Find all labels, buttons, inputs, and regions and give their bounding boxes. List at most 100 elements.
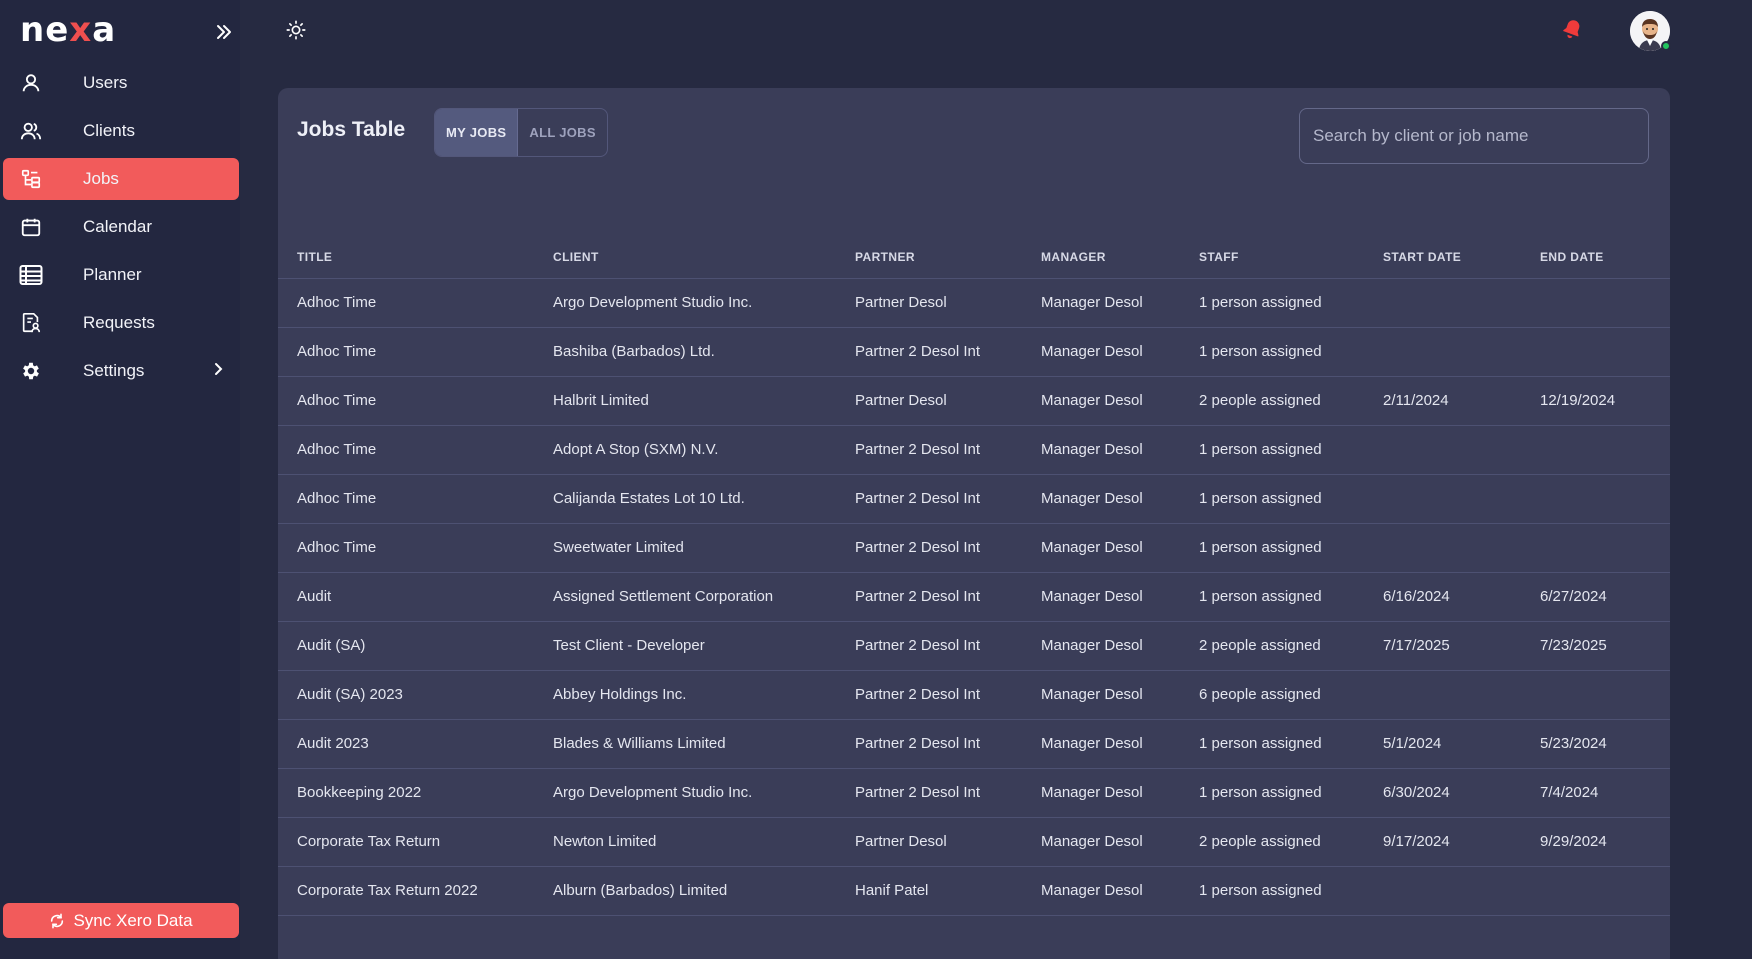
cell-manager: Manager Desol (1041, 833, 1143, 850)
jobs-table-body: Adhoc Time Argo Development Studio Inc. Pa… (278, 278, 1670, 915)
cell-staff: 1 person assigned (1199, 490, 1322, 507)
table-row[interactable]: Adhoc Time Sweetwater Limited Partner 2 De… (278, 523, 1670, 572)
cell-manager: Manager Desol (1041, 637, 1143, 654)
cell-title: Adhoc Time (297, 490, 377, 507)
cell-end-date: 6/27/2024 (1540, 588, 1607, 605)
cell-end-date: 7/4/2024 (1540, 784, 1599, 801)
sidebar-nav: Users Clients Jobs Calendar Planner Requ… (0, 62, 240, 398)
cell-end-date: 7/23/2025 (1540, 637, 1607, 654)
column-header-partner[interactable]: PARTNER (855, 248, 1041, 278)
cell-manager: Manager Desol (1041, 686, 1143, 703)
cell-start-date: 6/30/2024 (1383, 784, 1450, 801)
cell-start-date: 2/11/2024 (1383, 392, 1449, 409)
column-header-staff[interactable]: STAFF (1199, 248, 1383, 278)
sidebar-item-label: Users (83, 73, 128, 92)
cell-client: Halbrit Limited (553, 392, 649, 409)
request-icon (19, 311, 43, 335)
cell-staff: 1 person assigned (1199, 735, 1322, 752)
sidebar-item-clients[interactable]: Clients (3, 110, 239, 152)
column-header-start-date[interactable]: START DATE (1383, 248, 1540, 278)
cell-start-date (1383, 866, 1540, 915)
table-row[interactable]: Audit (SA) Test Client - Developer Partner… (278, 621, 1670, 670)
jobs-table: TITLE CLIENT PARTNER MANAGER STAFF START… (278, 248, 1670, 916)
sidebar-item-planner[interactable]: Planner (3, 254, 239, 296)
column-header-end-date[interactable]: END DATE (1540, 248, 1670, 278)
jobs-icon (19, 167, 43, 191)
cell-end-date: 9/29/2024 (1540, 833, 1607, 850)
cell-end-date (1540, 523, 1670, 572)
sidebar-item-label: Settings (83, 361, 145, 380)
tab-my-jobs[interactable]: MY JOBS (435, 109, 519, 156)
cell-end-date (1540, 474, 1670, 523)
table-row[interactable]: Corporate Tax Return Newton Limited Partne… (278, 817, 1670, 866)
cell-start-date (1383, 278, 1540, 327)
cell-title: Audit (SA) 2023 (297, 686, 403, 703)
cell-start-date: 5/1/2024 (1383, 735, 1442, 752)
cell-client: Calijanda Estates Lot 10 Ltd. (553, 490, 745, 507)
cell-staff: 1 person assigned (1199, 294, 1322, 311)
sun-icon (286, 20, 306, 40)
tab-all-jobs[interactable]: ALL JOBS (518, 109, 606, 156)
expand-sidebar-button[interactable] (210, 18, 238, 46)
app-root: nexa Users Clients Jobs Calendar Planner… (0, 0, 1752, 959)
notifications-button[interactable] (1560, 18, 1586, 44)
refresh-icon (51, 913, 64, 928)
table-row[interactable]: Audit 2023 Blades & Williams Limited Partn… (278, 719, 1670, 768)
cell-end-date: 5/23/2024 (1540, 735, 1607, 752)
sidebar-item-label: Jobs (83, 169, 119, 188)
cell-staff: 1 person assigned (1199, 539, 1322, 556)
cell-client: Blades & Williams Limited (553, 735, 726, 752)
cell-title: Adhoc Time (297, 343, 377, 360)
table-row[interactable]: Audit Assigned Settlement Corporation Part… (278, 572, 1670, 621)
user-icon (19, 71, 43, 95)
cell-staff: 1 person assigned (1199, 441, 1322, 458)
sync-button-label: Sync Xero Data (73, 910, 193, 930)
sidebar-item-calendar[interactable]: Calendar (3, 206, 239, 248)
cell-manager: Manager Desol (1041, 392, 1143, 409)
table-row[interactable]: Corporate Tax Return 2022 Alburn (Barbado… (278, 866, 1670, 915)
users-icon (19, 119, 43, 143)
theme-toggle-button[interactable] (285, 19, 309, 43)
cell-staff: 1 person assigned (1199, 882, 1322, 899)
sidebar-item-users[interactable]: Users (3, 62, 239, 104)
cell-partner: Partner Desol (855, 294, 947, 311)
calendar-icon (19, 215, 43, 239)
cell-client: Sweetwater Limited (553, 539, 684, 556)
cell-start-date: 6/16/2024 (1383, 588, 1450, 605)
cell-title: Bookkeeping 2022 (297, 784, 422, 801)
table-row[interactable]: Adhoc Time Calijanda Estates Lot 10 Ltd. P… (278, 474, 1670, 523)
cell-partner: Partner 2 Desol Int (855, 686, 981, 703)
cell-client: Abbey Holdings Inc. (553, 686, 687, 703)
table-row[interactable]: Adhoc Time Adopt A Stop (SXM) N.V. Partner… (278, 425, 1670, 474)
cell-start-date: 9/17/2024 (1383, 833, 1450, 850)
column-header-title[interactable]: TITLE (278, 248, 553, 278)
sync-xero-button[interactable]: Sync Xero Data (3, 903, 239, 938)
sidebar-item-requests[interactable]: Requests (3, 302, 239, 344)
cell-end-date (1540, 278, 1670, 327)
bell-icon (1563, 20, 1580, 39)
sidebar-item-label: Planner (83, 265, 142, 284)
cell-staff: 1 person assigned (1199, 343, 1322, 360)
cell-partner: Partner Desol (855, 392, 947, 409)
cell-partner: Partner 2 Desol Int (855, 784, 981, 801)
column-header-client[interactable]: CLIENT (553, 248, 855, 278)
cell-staff: 1 person assigned (1199, 784, 1322, 801)
table-row[interactable]: Audit (SA) 2023 Abbey Holdings Inc. Partne… (278, 670, 1670, 719)
cell-start-date: 7/17/2025 (1383, 637, 1450, 654)
cell-title: Audit (297, 588, 332, 605)
search-input[interactable] (1299, 108, 1649, 164)
cell-partner: Partner 2 Desol Int (855, 637, 981, 654)
jobs-card: Jobs Table MY JOBS ALL JOBS TITLE CLIENT… (278, 88, 1670, 959)
cell-start-date (1383, 474, 1540, 523)
table-row[interactable]: Adhoc Time Argo Development Studio Inc. Pa… (278, 278, 1670, 327)
table-row[interactable]: Adhoc Time Halbrit Limited Partner Desol Ma… (278, 376, 1670, 425)
table-header-row: TITLE CLIENT PARTNER MANAGER STAFF START… (278, 248, 1670, 278)
cell-start-date (1383, 425, 1540, 474)
cell-client: Adopt A Stop (SXM) N.V. (553, 441, 719, 458)
table-row[interactable]: Bookkeeping 2022 Argo Development Studio … (278, 768, 1670, 817)
column-header-manager[interactable]: MANAGER (1041, 248, 1199, 278)
cell-client: Test Client - Developer (553, 637, 705, 654)
table-row[interactable]: Adhoc Time Bashiba (Barbados) Ltd. Partner… (278, 327, 1670, 376)
sidebar-item-jobs[interactable]: Jobs (3, 158, 239, 200)
sidebar-item-settings[interactable]: Settings (3, 350, 239, 392)
